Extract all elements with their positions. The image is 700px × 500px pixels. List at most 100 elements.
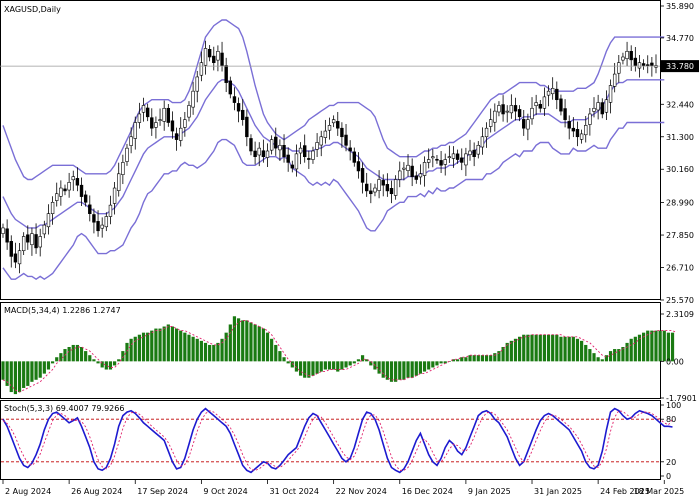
macd-bar [241, 320, 245, 362]
price-tick-label: 26.710 [666, 264, 694, 273]
macd-bar [270, 338, 274, 362]
candle-body [191, 90, 195, 108]
macd-bar [600, 359, 604, 362]
macd-panel-title: MACD(5,34,4) 1.2286 1.2747 [4, 306, 121, 315]
candle-body [530, 107, 534, 120]
macd-bar [431, 361, 435, 368]
candle-body [274, 136, 278, 149]
candle-body [435, 158, 439, 161]
candle-body [9, 241, 13, 257]
candle-body [393, 179, 398, 196]
macd-bar [505, 342, 509, 362]
candle-body [526, 119, 530, 130]
macd-bar [435, 361, 439, 366]
macd-bar [629, 338, 633, 362]
candle-body [447, 156, 452, 159]
candle-body [5, 228, 9, 243]
macd-bar [150, 330, 154, 362]
macd-bar [352, 361, 356, 364]
candle-body [212, 55, 216, 63]
chart-background [0, 0, 700, 500]
macd-bar [121, 351, 125, 362]
macd-bar [427, 361, 431, 370]
candle-body [63, 188, 67, 192]
candle-body [327, 125, 332, 131]
candle-body [373, 187, 377, 193]
candle-body [517, 109, 522, 118]
candle-body [261, 150, 266, 158]
macd-bar [406, 361, 410, 378]
candle-body [278, 145, 282, 151]
candle-body [249, 138, 253, 152]
macd-bar [50, 361, 55, 364]
candle-body [455, 153, 460, 160]
candle-body [522, 119, 526, 129]
macd-bar [332, 361, 336, 370]
candle-body [464, 153, 468, 166]
candle-body [166, 107, 171, 123]
macd-bar [30, 361, 34, 382]
candle-body [30, 233, 34, 246]
macd-bar [571, 336, 575, 362]
candle-body [344, 134, 348, 146]
candle-body [588, 113, 592, 125]
candle-body [381, 180, 385, 186]
candle-body [145, 107, 150, 118]
candle-body [633, 57, 638, 66]
time-tick-label: 26 Aug 2024 [71, 487, 122, 496]
candle-body [290, 164, 295, 169]
macd-tick-label: 0.00 [666, 357, 684, 366]
candle-body [584, 125, 588, 136]
candle-body [398, 170, 402, 180]
candle-body [199, 62, 204, 76]
candle-body [513, 105, 518, 112]
candle-body [100, 224, 104, 229]
macd-bar [414, 361, 418, 376]
candle-body [71, 176, 75, 181]
candle-body [307, 158, 311, 160]
candle-body [1, 227, 5, 234]
macd-bar [253, 324, 257, 362]
macd-bar [476, 355, 480, 362]
candle-body [340, 127, 344, 138]
price-tick-label: 31.300 [666, 133, 694, 142]
macd-bar [596, 357, 600, 362]
macd-bar [191, 336, 195, 362]
candle-body [468, 150, 472, 156]
macd-bar [162, 326, 166, 362]
candle-body [38, 236, 42, 248]
time-tick-label: 9 Jan 2025 [468, 487, 511, 496]
macd-bar [265, 332, 270, 362]
candle-body [625, 50, 629, 60]
candle-body [88, 204, 92, 214]
candle-body [141, 105, 146, 113]
candle-body [336, 121, 340, 129]
candle-body [559, 98, 563, 112]
macd-bar [613, 349, 617, 362]
candle-body [59, 187, 63, 197]
macd-bar [179, 330, 183, 362]
candle-body [352, 151, 356, 163]
candle-body [83, 194, 88, 203]
candle-body [245, 116, 249, 138]
candle-body [422, 162, 427, 176]
candle-body [637, 62, 642, 69]
candle-body [216, 50, 220, 61]
macd-bar [129, 338, 133, 362]
candle-body [195, 76, 199, 92]
macd-bar [298, 361, 303, 376]
candle-body [303, 145, 307, 158]
macd-bar [472, 355, 476, 362]
macd-bar [22, 361, 26, 388]
macd-bar [658, 330, 662, 362]
candle-body [21, 236, 26, 252]
candle-body [402, 167, 406, 170]
candle-body [571, 127, 576, 132]
macd-bar [381, 361, 385, 378]
candle-body [112, 187, 117, 204]
macd-bar [546, 334, 551, 362]
candle-body [426, 159, 431, 163]
macd-bar [344, 361, 348, 368]
candle-body [443, 159, 447, 165]
macd-bar [112, 361, 117, 366]
